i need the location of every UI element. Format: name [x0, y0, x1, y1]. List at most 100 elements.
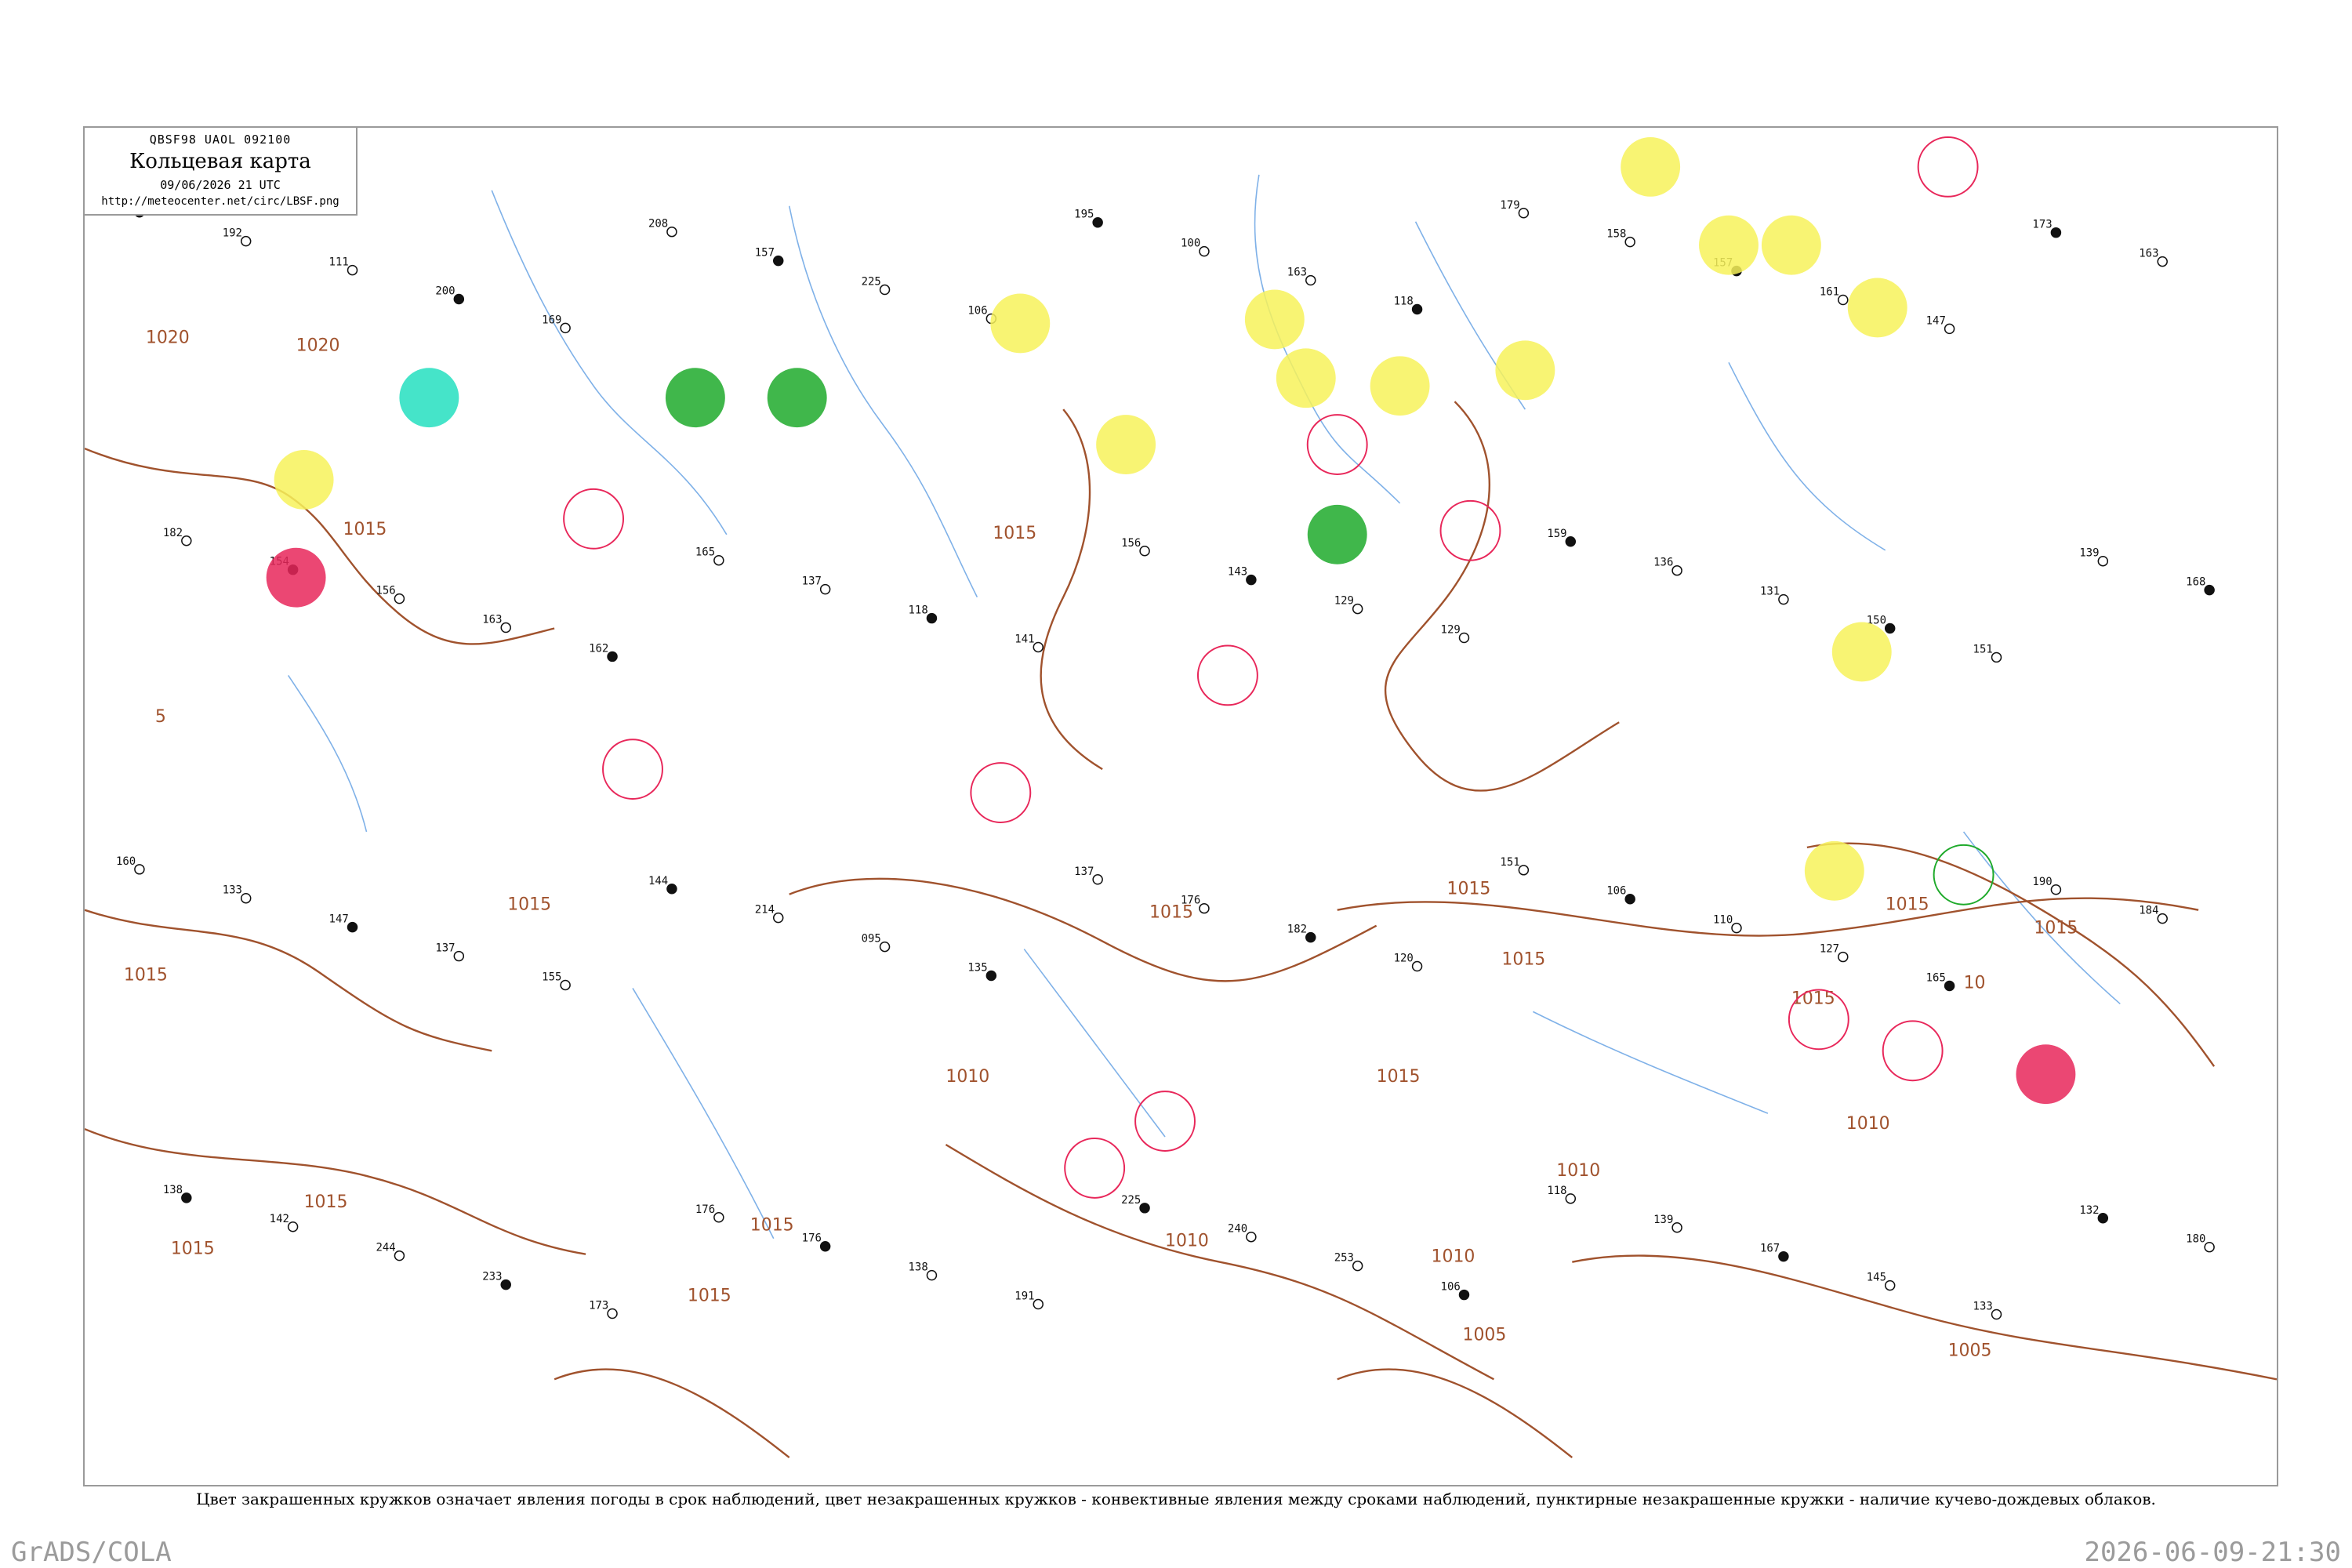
fog-weather-circle [1096, 415, 1156, 474]
isobar-value-label: 1005 [1948, 1341, 1992, 1360]
fog-weather-circle [1621, 136, 1681, 197]
station-value: 135 [967, 962, 987, 975]
station-marker [2157, 913, 2168, 924]
station-value: 165 [1926, 971, 1946, 984]
rain-weather-circle [665, 368, 725, 428]
station-plot: 118 [1394, 295, 1423, 315]
isobar [1384, 401, 1620, 792]
station-marker [1458, 1289, 1470, 1301]
station-value: 106 [1606, 885, 1626, 898]
station-marker [1033, 1298, 1044, 1310]
station-value: 142 [270, 1213, 289, 1225]
station-plot: 192 [223, 227, 252, 247]
station-plot: 142 [270, 1213, 299, 1232]
isobar [945, 1143, 1494, 1381]
isobar-value-label: 1010 [1165, 1232, 1209, 1251]
station-value: 225 [862, 276, 881, 289]
station-marker [1624, 893, 1635, 905]
station-plot: 147 [1926, 314, 1955, 335]
fog-weather-circle [990, 293, 1051, 354]
station-value: 144 [648, 875, 668, 887]
station-value: 143 [1228, 566, 1247, 579]
isobar-value-label: 1015 [304, 1192, 348, 1212]
station-value: 145 [1867, 1272, 1886, 1284]
station-marker [2097, 555, 2109, 567]
station-value: 168 [2186, 576, 2205, 589]
station-value: 182 [1287, 924, 1307, 936]
fog-weather-circle [274, 450, 334, 510]
station-marker [560, 979, 571, 991]
station-plot: 160 [116, 855, 145, 875]
station-plot: 179 [1500, 199, 1530, 219]
isobar-value-label: 1015 [1377, 1067, 1421, 1087]
fog-weather-circle [1370, 356, 1430, 416]
station-marker [1246, 574, 1257, 586]
station-marker [1991, 652, 2002, 663]
station-plot: 159 [1547, 528, 1577, 547]
station-marker [1092, 216, 1103, 228]
station-marker [2050, 227, 2062, 238]
isobar-value-label: 1015 [2034, 919, 2078, 938]
thunderstorm-weather-circle [563, 488, 625, 550]
station-value: 167 [1760, 1243, 1780, 1255]
synoptic-map[interactable]: 1020 10201015 10151015 10151015101510151015… [85, 128, 2277, 1485]
station-plot: 180 [2186, 1233, 2215, 1253]
rain-weather-circle [1933, 844, 1994, 906]
station-marker [1565, 536, 1577, 547]
station-value: 190 [2032, 876, 2052, 888]
station-value: 106 [967, 304, 987, 317]
station-plot: 139 [2079, 547, 2109, 567]
station-marker [2050, 884, 2062, 895]
station-value: 156 [1121, 537, 1141, 550]
station-marker [819, 583, 831, 595]
river [491, 190, 728, 535]
station-value: 095 [862, 933, 881, 946]
station-plot: 143 [1228, 566, 1257, 586]
station-marker [394, 1250, 405, 1261]
station-marker [1778, 1250, 1789, 1262]
station-marker [1624, 236, 1635, 248]
station-marker [1944, 980, 1955, 992]
station-value: 169 [542, 314, 561, 326]
station-value: 192 [223, 227, 242, 240]
thunderstorm-weather-circle [1196, 644, 1258, 706]
station-marker [1033, 641, 1044, 653]
isobar [1572, 1254, 2277, 1381]
station-marker [287, 1221, 299, 1232]
station-plot: 138 [163, 1184, 192, 1203]
river [287, 674, 368, 833]
isobar [1337, 1368, 1573, 1459]
station-plot: 167 [1760, 1243, 1789, 1262]
fog-weather-circle [1761, 215, 1821, 275]
station-value: 131 [1760, 586, 1780, 598]
station-marker [1838, 951, 1849, 963]
station-marker [1565, 1193, 1577, 1204]
station-plot: 135 [967, 962, 997, 982]
map-title: Кольцевая карта [129, 150, 311, 173]
station-plot: 137 [435, 942, 465, 962]
fog-weather-circle [1847, 278, 1907, 338]
station-value: 195 [1074, 209, 1094, 221]
source-url[interactable]: http://meteocenter.net/circ/LBSF.png [85, 195, 356, 208]
station-marker [985, 970, 997, 982]
station-marker [1671, 564, 1682, 576]
station-value: 137 [802, 575, 822, 588]
station-marker [879, 941, 891, 953]
isobar-value-label: 1015 [171, 1240, 215, 1259]
shower-weather-circle [399, 368, 459, 428]
station-plot: 182 [163, 527, 192, 546]
station-marker [1671, 1222, 1682, 1233]
isobar-value-label: 1020 [296, 336, 340, 355]
station-value: 156 [376, 585, 395, 597]
thunderstorm-weather-circle [1134, 1091, 1196, 1152]
station-plot: 157 [755, 247, 784, 267]
station-value: 139 [1653, 1214, 1673, 1226]
station-marker [1731, 922, 1742, 934]
station-value: 208 [648, 218, 668, 230]
station-plot: 163 [1287, 267, 1316, 286]
station-value: 139 [2079, 547, 2099, 560]
station-marker [607, 651, 618, 662]
isobar-value-label: 1015 [124, 965, 168, 985]
station-plot: 132 [2079, 1204, 2109, 1224]
station-value: 180 [2186, 1233, 2205, 1246]
